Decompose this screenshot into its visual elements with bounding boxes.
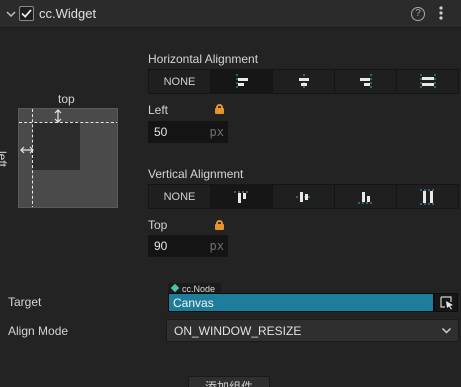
h-stretch-button[interactable] [397,70,458,93]
align-mode-label: Align Mode [8,324,69,338]
align-left-icon [236,73,248,90]
component-title: cc.Widget [39,6,97,21]
horizontal-arrow-icon [20,146,34,154]
align-right-icon [359,73,371,90]
lock-icon[interactable] [215,104,224,114]
v-align-center-button[interactable] [273,185,335,208]
checkmark-icon [21,9,32,18]
target-node-field[interactable]: Canvas [168,293,434,312]
align-bottom-icon [357,191,374,203]
align-h-center-icon [298,73,309,90]
diagram-node-box [32,122,80,170]
target-label: Target [8,295,42,309]
left-field-label: Left [148,103,169,117]
vertical-alignment-group: NONE [148,184,459,209]
h-align-right-button[interactable] [335,70,397,93]
top-value-input[interactable]: 90 px [148,235,228,257]
left-value-input[interactable]: 50 px [148,121,228,143]
component-enabled-checkbox[interactable] [19,6,34,21]
v-align-top-button[interactable] [211,185,273,208]
align-top-icon [233,191,250,203]
diagram-top-guide [19,122,117,123]
target-pick-button[interactable] [434,293,458,312]
target-value: Canvas [173,296,214,310]
horizontal-alignment-title: Horizontal Alignment [148,52,259,66]
v-align-bottom-button[interactable] [335,185,397,208]
align-v-center-icon [295,191,312,202]
left-unit: px [209,125,224,139]
left-value: 50 [154,125,168,139]
diagram-parent-box [18,108,118,208]
vertical-arrow-icon [54,109,62,123]
align-mode-select[interactable]: ON_WINDOW_RESIZE [166,319,459,342]
help-icon[interactable]: ? [411,7,425,21]
more-options-icon[interactable] [438,5,444,21]
diagram-left-guide [32,109,33,207]
chevron-down-icon [441,327,452,334]
horizontal-alignment-group: NONE [148,69,459,94]
stretch-horizontal-icon [420,73,435,90]
top-unit: px [209,239,224,253]
diagram-left-label: left [0,150,10,168]
widget-preview-diagram: top left [0,90,140,220]
stretch-vertical-icon [419,189,436,204]
top-field-label: Top [148,218,168,232]
h-align-center-button[interactable] [273,70,335,93]
v-stretch-button[interactable] [397,185,458,208]
lock-icon[interactable] [215,220,224,230]
add-component-button[interactable]: 添加组件 [188,376,270,387]
pick-node-icon [440,296,453,310]
top-value: 90 [154,239,168,253]
h-align-none-button[interactable]: NONE [149,70,211,93]
chevron-down-icon[interactable] [6,9,16,19]
component-header: cc.Widget ? [0,0,461,28]
node-icon [170,283,180,293]
diagram-top-label: top [58,92,75,106]
h-align-left-button[interactable] [211,70,273,93]
align-mode-value: ON_WINDOW_RESIZE [174,324,302,338]
vertical-alignment-title: Vertical Alignment [148,167,244,181]
v-align-none-button[interactable]: NONE [149,185,211,208]
